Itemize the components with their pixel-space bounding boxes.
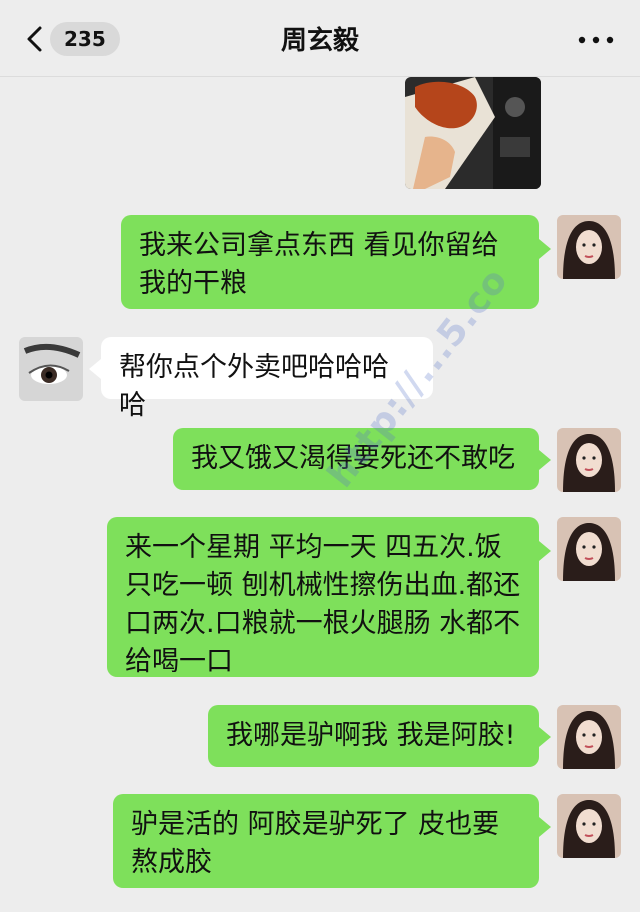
bubble-tail	[539, 541, 551, 561]
bubble-tail	[539, 239, 551, 259]
contact-avatar[interactable]	[19, 337, 83, 401]
bubble-tail	[539, 450, 551, 470]
my-avatar[interactable]	[557, 215, 621, 279]
message-bubble-received[interactable]: 帮你点个外卖吧哈哈哈哈	[101, 337, 433, 421]
message-bubble-sent[interactable]: 我来公司拿点东西 看见你留给我的干粮	[121, 215, 539, 309]
message-bubble-sent[interactable]: 我又饿又渴得要死还不敢吃	[173, 428, 539, 490]
my-avatar[interactable]	[557, 705, 621, 769]
message-bubble-sent[interactable]: 驴是活的 阿胶是驴死了 皮也要熬成胶	[113, 794, 539, 888]
chat-header: 235 周玄毅	[0, 0, 640, 77]
my-avatar[interactable]	[557, 794, 621, 858]
my-avatar[interactable]	[557, 428, 621, 492]
my-avatar[interactable]	[557, 517, 621, 581]
bubble-tail	[539, 817, 551, 837]
message-bubble-sent[interactable]: 我哪是驴啊我 我是阿胶!	[208, 705, 539, 767]
chat-title: 周玄毅	[280, 26, 359, 56]
food-photo-message[interactable]	[405, 77, 541, 189]
message-list[interactable]: 我来公司拿点东西 看见你留给我的干粮 帮你点个外卖吧哈哈哈哈 我又饿又渴得要死还…	[0, 77, 640, 912]
message-bubble-sent[interactable]: 来一个星期 平均一天 四五次.饭只吃一顿 刨机械性擦伤出血.都还口两次.口粮就一…	[107, 517, 539, 677]
more-dots-icon[interactable]	[576, 30, 616, 50]
bubble-tail	[539, 727, 551, 747]
bubble-tail	[89, 359, 101, 379]
